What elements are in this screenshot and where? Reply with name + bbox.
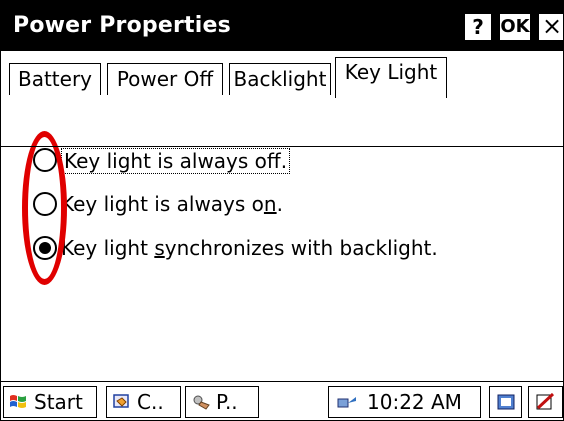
control-panel-icon — [113, 394, 129, 408]
edit-icon — [536, 393, 555, 410]
clock-time: 10:22 AM — [367, 390, 462, 414]
tab-power-off[interactable]: Power Off — [107, 63, 223, 95]
power-plug-icon — [193, 395, 210, 410]
tab-divider — [1, 146, 563, 147]
tab-key-light[interactable]: Key Light — [335, 57, 447, 98]
close-button[interactable]: × — [537, 12, 563, 42]
radio-label: Key light is always off. — [61, 148, 291, 174]
start-button[interactable]: Start — [3, 386, 97, 418]
tab-backlight[interactable]: Backlight — [229, 63, 331, 95]
taskbar-task-control-panel[interactable]: C.. — [106, 386, 181, 418]
window-title: Power Properties — [13, 13, 231, 38]
edit-tray-button[interactable] — [528, 386, 563, 418]
help-button[interactable]: ? — [463, 12, 493, 42]
windows-flag-icon — [10, 395, 26, 408]
taskbar-task-power[interactable]: P.. — [185, 386, 259, 418]
start-label: Start — [34, 390, 83, 414]
radio-label: Key light synchronizes with backlight. — [61, 236, 438, 260]
sync-icon — [497, 394, 515, 410]
taskbar: Start C.. P.. 10:22 AM — [1, 381, 563, 420]
red-highlight-ellipse — [22, 131, 67, 285]
power-properties-window: Power Properties ? OK × Battery Power Of… — [0, 0, 564, 421]
radio-label: Key light is always on. — [61, 192, 283, 216]
ok-button[interactable]: OK — [498, 12, 532, 42]
task-label: P.. — [216, 390, 238, 414]
tab-strip: Battery Power Off Backlight Key Light — [1, 51, 563, 147]
sync-tray-button[interactable] — [489, 386, 522, 418]
title-bar: Power Properties ? OK × — [1, 1, 563, 51]
task-label: C.. — [137, 390, 164, 414]
network-icon — [337, 397, 356, 408]
tab-battery[interactable]: Battery — [9, 63, 101, 95]
clock-tray[interactable]: 10:22 AM — [328, 386, 481, 418]
